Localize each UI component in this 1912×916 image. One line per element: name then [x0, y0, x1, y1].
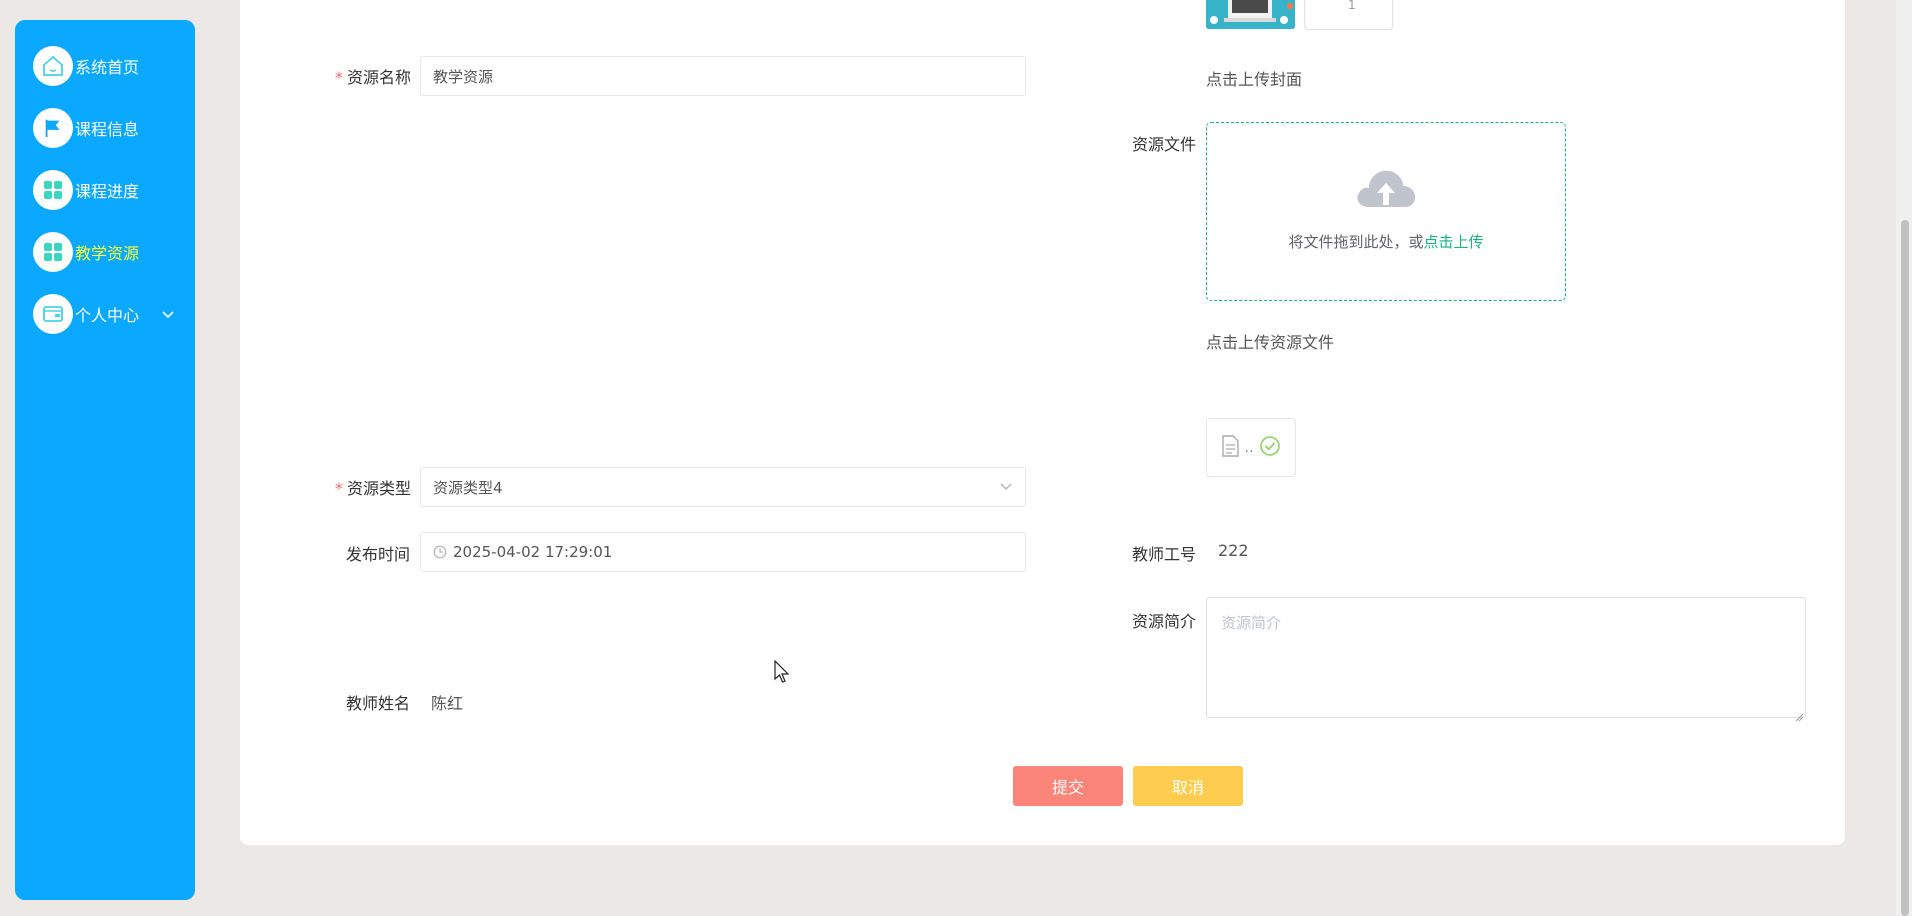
publish-time-picker[interactable]: 2025-04-02 17:29:01 [420, 532, 1026, 572]
resource-intro-textarea[interactable]: 资源简介 [1206, 597, 1806, 722]
teacher-id-value: 222 [1218, 541, 1249, 560]
clock-icon [433, 545, 447, 559]
resource-intro-label: 资源简介 [1132, 612, 1197, 631]
sidebar-item-teaching-resources[interactable]: 教学资源 [33, 232, 183, 272]
submit-button[interactable]: 提交 [1013, 766, 1123, 806]
chevron-down-icon [999, 478, 1013, 496]
sidebar-item-label: 个人中心 [75, 306, 140, 325]
check-circle-icon [1259, 435, 1281, 461]
click-upload-link[interactable]: 点击上传 [1424, 233, 1484, 251]
cover-image-thumbnail[interactable] [1206, 0, 1295, 29]
required-mark: * [335, 479, 343, 498]
sidebar-item-home[interactable]: 系统首页 [33, 46, 183, 86]
cover-upload-hint: 点击上传封面 [1206, 70, 1303, 89]
resource-name-label: * 资源名称 [335, 68, 412, 87]
flag-icon [33, 108, 73, 148]
sidebar-item-label: 系统首页 [75, 58, 140, 77]
sidebar-item-label: 课程进度 [75, 182, 140, 201]
resource-type-label: * 资源类型 [335, 479, 412, 498]
cover-upload-box[interactable]: 1 [1304, 0, 1393, 30]
sidebar: 系统首页 课程信息 课程进度 教学资源 个人中心 [15, 20, 195, 900]
document-icon [1221, 434, 1239, 461]
publish-time-label: 发布时间 [346, 545, 411, 564]
resource-name-input[interactable]: 教学资源 [420, 56, 1026, 96]
resource-file-dropzone[interactable]: 将文件拖到此处，或点击上传 [1206, 122, 1566, 301]
resource-file-hint: 点击上传资源文件 [1206, 333, 1335, 352]
teacher-id-label: 教师工号 [1132, 545, 1197, 564]
sidebar-item-course-info[interactable]: 课程信息 [33, 108, 183, 148]
cover-counter: 1 [1348, 0, 1356, 12]
resource-type-select[interactable]: 资源类型4 [420, 467, 1026, 507]
grid-icon [33, 232, 73, 272]
sidebar-item-course-progress[interactable]: 课程进度 [33, 170, 183, 210]
teacher-name-label: 教师姓名 [346, 694, 411, 713]
sidebar-item-label: 教学资源 [75, 244, 140, 263]
page-scrollbar-thumb[interactable] [1901, 220, 1909, 916]
sidebar-item-label: 课程信息 [75, 120, 140, 139]
required-mark: * [335, 68, 343, 87]
cancel-button[interactable]: 取消 [1133, 766, 1243, 806]
resource-file-label: 资源文件 [1132, 135, 1197, 154]
cloud-upload-icon [1355, 163, 1417, 215]
sidebar-item-personal-center[interactable]: 个人中心 [33, 294, 183, 334]
form-card [240, 0, 1845, 845]
resize-handle-icon[interactable] [1795, 707, 1804, 722]
uploaded-file-item[interactable]: .. [1206, 418, 1296, 477]
home-icon [33, 46, 73, 86]
uploaded-file-name: .. [1244, 439, 1254, 456]
chevron-down-icon[interactable] [161, 305, 175, 324]
teacher-name-value: 陈红 [431, 694, 464, 713]
dropzone-text: 将文件拖到此处，或点击上传 [1288, 233, 1484, 251]
wallet-icon [33, 294, 73, 334]
mouse-cursor-icon [774, 659, 790, 688]
grid-icon [33, 170, 73, 210]
